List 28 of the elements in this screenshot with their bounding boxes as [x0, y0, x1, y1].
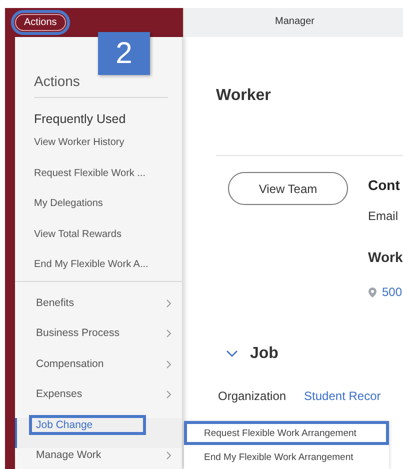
step-badge: 2: [98, 32, 150, 75]
view-team-button[interactable]: View Team: [228, 172, 348, 205]
menu-item[interactable]: Business Process: [15, 326, 182, 357]
menu-item[interactable]: Benefits: [15, 296, 182, 326]
menu-item[interactable]: View Total Rewards: [15, 228, 182, 258]
submenu-item[interactable]: Request Flexible Work Arrangement: [184, 421, 389, 445]
menu-title: Actions: [33, 73, 81, 89]
menu-item[interactable]: Compensation: [15, 356, 182, 388]
menu-item[interactable]: View Worker History: [15, 136, 182, 166]
menu-item[interactable]: Job Change: [15, 418, 182, 448]
location-pin-icon: [368, 286, 377, 298]
section-title: Worker: [216, 87, 403, 156]
section-title: Job: [250, 345, 278, 363]
email-label: Email: [368, 209, 398, 223]
menu-heading: Frequently Used: [33, 112, 127, 128]
submenu-item[interactable]: End My Flexible Work Arrangement: [184, 445, 389, 469]
manager-label: Manager: [275, 16, 314, 27]
menu-item[interactable]: My Delegations: [15, 197, 182, 228]
organization-label: Organization: [218, 389, 286, 403]
menu-item[interactable]: Expenses: [15, 387, 182, 418]
organization-link[interactable]: Student Recor: [304, 389, 381, 403]
contact-heading: Cont: [368, 177, 400, 193]
menu-item[interactable]: Manage Work: [15, 448, 182, 469]
chevron-down-icon[interactable]: [226, 350, 238, 358]
menu-item[interactable]: Request Flexible Work ...: [15, 166, 182, 197]
work-heading: Work: [368, 249, 403, 265]
menu-item[interactable]: End My Flexible Work A...: [15, 258, 182, 288]
address-link[interactable]: 500: [382, 285, 402, 299]
